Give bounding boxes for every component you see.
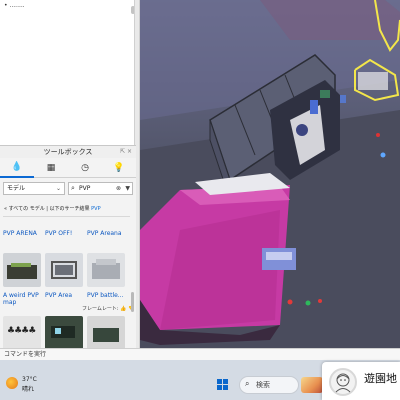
breadcrumb-query: PVP	[91, 206, 101, 212]
toolbox-tabs: 💧 ▦ ◷ 💡	[0, 158, 136, 178]
toolbox-filters: モデル ⌄ ⌕ PVP ⊗ ▼	[3, 182, 133, 195]
scene-render	[140, 0, 400, 348]
filter-icon[interactable]: ▼	[125, 183, 130, 194]
breadcrumb-prefix[interactable]: « すべての モデル | 以下のサーチ結果	[4, 206, 90, 212]
result-row-2-thumbs	[3, 253, 130, 287]
result-thumbnail[interactable]	[45, 253, 83, 287]
notification-text: 遊園地	[364, 372, 397, 385]
taskbar-search-label: 検索	[256, 381, 270, 389]
drop-icon: 💧	[11, 162, 23, 172]
search-icon: ⌕	[71, 184, 75, 192]
chevron-down-icon: ⌄	[55, 185, 61, 192]
clock-icon: ◷	[81, 162, 89, 173]
result-label[interactable]: PVP OFF!	[45, 230, 87, 237]
result-label[interactable]: A weird PVP map	[3, 292, 45, 306]
toolbox-title: ツールボックス	[0, 146, 136, 158]
result-row-1-labels: PVP ARENA PVP OFF! PVP Areana	[3, 230, 130, 237]
category-select[interactable]: モデル ⌄	[3, 182, 65, 195]
sun-icon	[6, 377, 18, 389]
notification-card[interactable]: 遊園地	[322, 362, 400, 400]
category-select-value: モデル	[7, 185, 26, 192]
result-thumbnail[interactable]	[87, 316, 125, 350]
bulb-icon: 💡	[113, 162, 125, 173]
clear-icon[interactable]: ⊗	[116, 183, 121, 194]
weather-temp: 37°C	[22, 376, 37, 383]
toolbox-window-buttons[interactable]: ⇱ ×	[120, 146, 132, 158]
tab-inventory[interactable]: ▦	[34, 158, 68, 178]
taskbar-search[interactable]: ⌕ 検索	[239, 376, 299, 394]
result-thumbnail[interactable]	[3, 253, 41, 287]
result-label[interactable]: PVP battle...	[87, 292, 129, 306]
result-thumbnail[interactable]	[87, 253, 125, 287]
result-label[interactable]: PVP Areana	[87, 230, 129, 237]
tab-recent[interactable]: ◷	[68, 158, 102, 178]
result-row-2-labels: A weird PVP map PVP Area PVP battle...	[3, 292, 130, 306]
tab-models[interactable]: 💧	[0, 158, 34, 178]
result-thumbnail[interactable]: ♣♣♣♣	[3, 316, 41, 350]
rating-tooltip: フレームレート: 👍 👎	[82, 306, 135, 312]
3d-viewport[interactable]	[140, 0, 400, 348]
breadcrumb: « すべての モデル | 以下のサーチ結果 PVP	[4, 205, 101, 212]
result-thumbnail[interactable]	[45, 316, 83, 350]
toolbox-scrollbar[interactable]	[131, 292, 134, 312]
command-input[interactable]: コマンドを実行	[4, 349, 46, 360]
avatar	[329, 368, 357, 396]
search-value: PVP	[79, 185, 91, 192]
output-text: • ........	[4, 2, 25, 9]
widget-image[interactable]	[301, 377, 323, 393]
windows-start-icon[interactable]	[217, 379, 229, 391]
tab-creations[interactable]: 💡	[102, 158, 136, 178]
result-label[interactable]: PVP ARENA	[3, 230, 45, 237]
weather-widget[interactable]: 37°C 晴れ	[6, 374, 56, 396]
output-panel: • ........	[0, 0, 138, 145]
search-icon: ⌕	[245, 379, 250, 388]
grid-icon: ▦	[46, 162, 56, 173]
toolbox-panel: ツールボックス ⇱ × 💧 ▦ ◷ 💡 モデル ⌄ ⌕ PVP ⊗ ▼ « すべ…	[0, 145, 136, 350]
toolbox-search-input[interactable]: ⌕ PVP ⊗ ▼	[68, 182, 133, 195]
command-bar[interactable]: コマンドを実行	[0, 348, 400, 360]
divider	[3, 216, 130, 217]
weather-desc: 晴れ	[22, 386, 35, 393]
result-row-3-thumbs: ♣♣♣♣	[3, 316, 130, 350]
result-label[interactable]: PVP Area	[45, 292, 87, 306]
